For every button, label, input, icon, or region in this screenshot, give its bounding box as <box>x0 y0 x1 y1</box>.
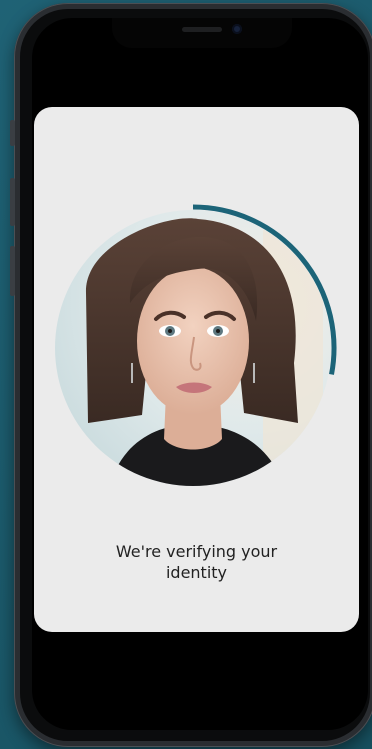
stage: We're verifying your identity <box>0 0 372 749</box>
face-capture-graphic <box>55 204 337 486</box>
front-camera-icon <box>232 24 242 34</box>
verification-status-text: We're verifying your identity <box>115 542 278 582</box>
volume-down-button <box>10 246 15 296</box>
face-capture <box>48 203 338 493</box>
phone-screen: We're verifying your identity <box>32 18 368 730</box>
face-photo <box>55 210 331 486</box>
verification-card: We're verifying your identity <box>34 107 359 632</box>
silent-switch <box>10 120 15 146</box>
earpiece-speaker <box>182 27 222 32</box>
notch <box>112 18 292 48</box>
volume-up-button <box>10 178 15 226</box>
